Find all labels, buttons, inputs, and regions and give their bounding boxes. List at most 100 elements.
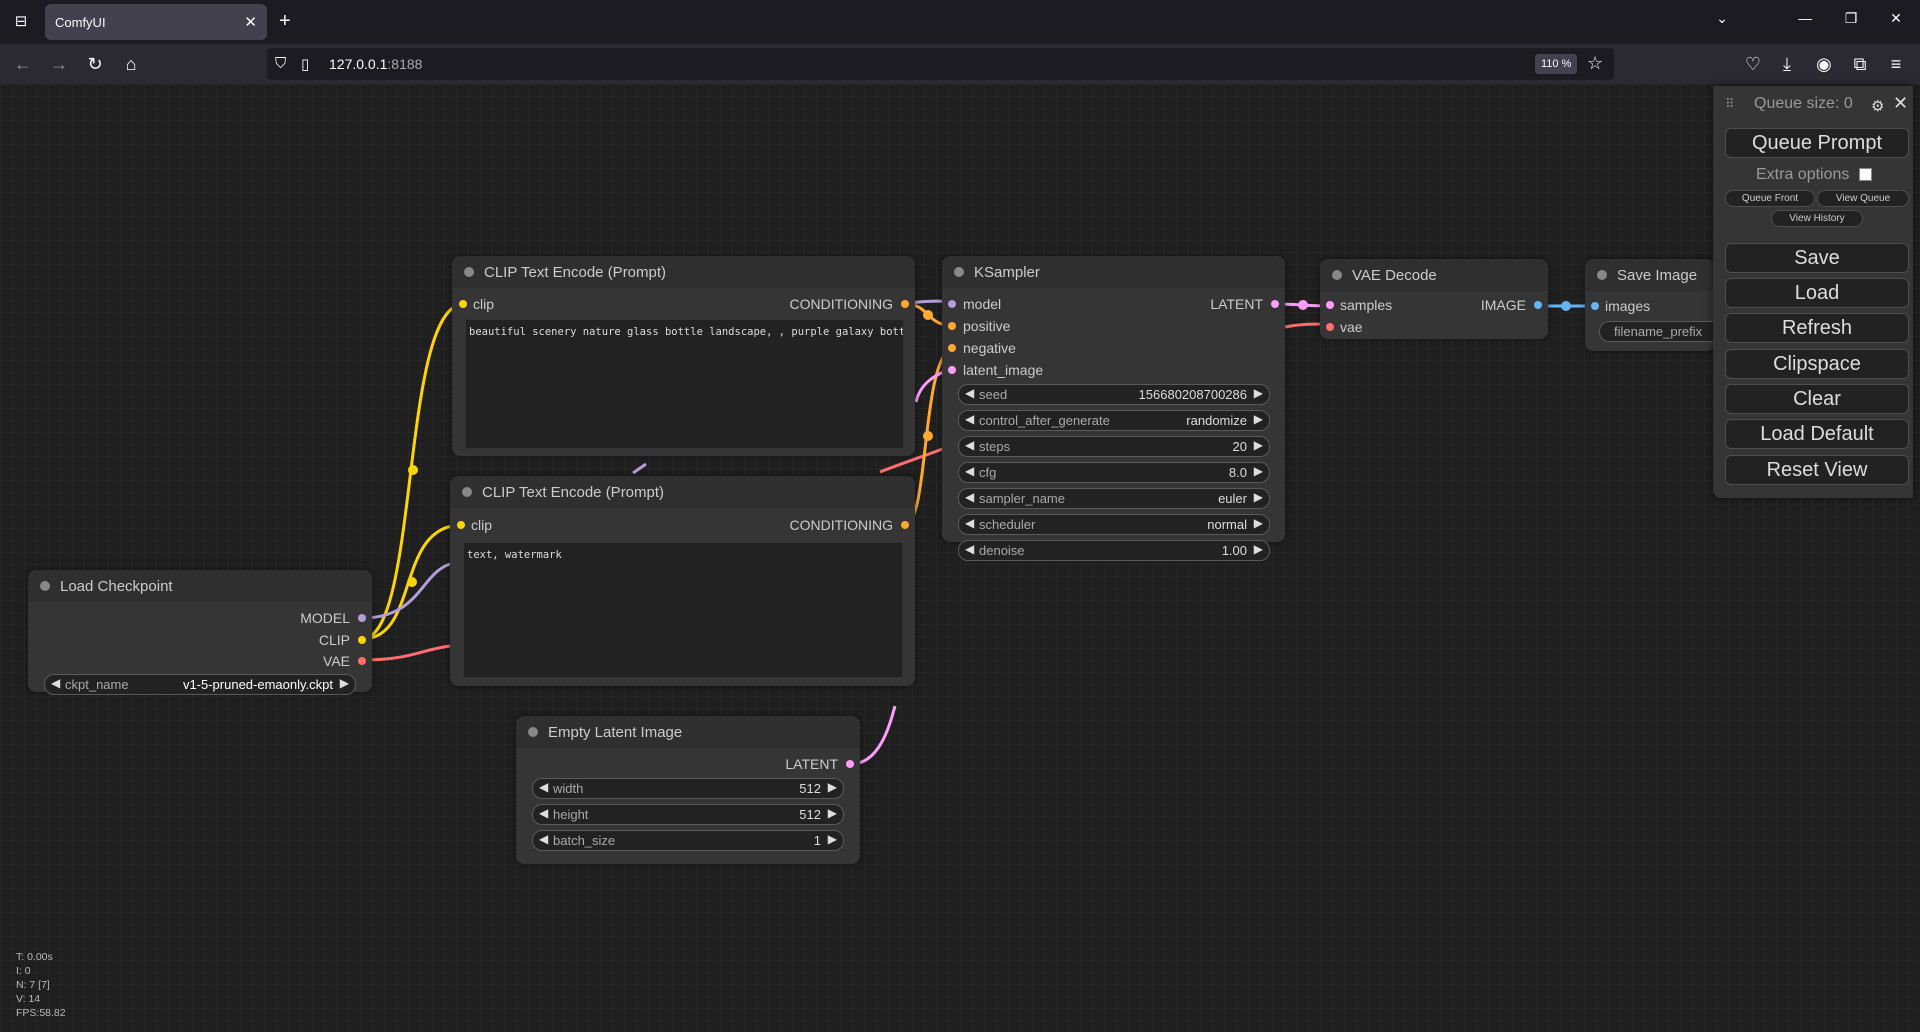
node-collapse-dot[interactable] xyxy=(40,581,50,591)
decrement-arrow-icon[interactable]: ◀ xyxy=(965,412,974,426)
browser-tab[interactable]: ComfyUI ✕ xyxy=(45,4,267,40)
new-tab-icon[interactable]: + xyxy=(279,10,291,33)
increment-arrow-icon[interactable]: ▶ xyxy=(1254,438,1263,452)
node-header[interactable]: CLIP Text Encode (Prompt) xyxy=(450,476,915,508)
scheduler-widget[interactable]: ◀ scheduler normal ▶ xyxy=(958,514,1270,535)
increment-arrow-icon[interactable]: ▶ xyxy=(1254,516,1263,530)
increment-arrow-icon[interactable]: ▶ xyxy=(828,806,837,820)
clip-text-encode-node-positive[interactable]: CLIP Text Encode (Prompt) clip CONDITION… xyxy=(452,256,915,456)
batch-size-widget[interactable]: ◀ batch_size 1 ▶ xyxy=(532,830,844,851)
refresh-button[interactable]: Refresh xyxy=(1725,313,1909,343)
node-collapse-dot[interactable] xyxy=(462,487,472,497)
node-header[interactable]: Load Checkpoint xyxy=(28,570,372,602)
prompt-textarea[interactable]: text, watermark xyxy=(463,542,903,678)
seed-widget[interactable]: ◀ seed 156680208700286 ▶ xyxy=(958,384,1270,405)
node-header[interactable]: Save Image xyxy=(1585,259,1715,291)
increment-arrow-icon[interactable]: ▶ xyxy=(828,780,837,794)
node-header[interactable]: CLIP Text Encode (Prompt) xyxy=(452,256,915,288)
node-header[interactable]: KSampler xyxy=(942,256,1285,288)
input-slot-images[interactable] xyxy=(1591,302,1599,310)
width-widget[interactable]: ◀ width 512 ▶ xyxy=(532,778,844,799)
decrement-arrow-icon[interactable]: ◀ xyxy=(965,542,974,556)
increment-arrow-icon[interactable]: ▶ xyxy=(1254,542,1263,556)
output-slot-model[interactable] xyxy=(358,614,366,622)
prompt-textarea[interactable]: beautiful scenery nature glass bottle la… xyxy=(465,319,904,449)
decrement-arrow-icon[interactable]: ◀ xyxy=(539,780,548,794)
height-widget[interactable]: ◀ height 512 ▶ xyxy=(532,804,844,825)
decrement-arrow-icon[interactable]: ◀ xyxy=(965,516,974,530)
page-icon[interactable]: ▯ xyxy=(301,55,309,73)
clipspace-button[interactable]: Clipspace xyxy=(1725,349,1909,379)
graph-canvas[interactable]: CLIP Text Encode (Prompt) clip CONDITION… xyxy=(0,84,1920,1032)
steps-widget[interactable]: ◀ steps 20 ▶ xyxy=(958,436,1270,457)
decrement-arrow-icon[interactable]: ◀ xyxy=(539,806,548,820)
input-slot-model[interactable] xyxy=(948,300,956,308)
output-slot-image[interactable] xyxy=(1534,301,1542,309)
settings-gear-icon[interactable]: ⚙ xyxy=(1871,97,1884,115)
downloads-icon[interactable]: ⤓ xyxy=(1776,54,1798,75)
cfg-widget[interactable]: ◀ cfg 8.0 ▶ xyxy=(958,462,1270,483)
increment-arrow-icon[interactable]: ▶ xyxy=(828,832,837,846)
bookmark-star-icon[interactable]: ☆ xyxy=(1587,53,1603,74)
node-collapse-dot[interactable] xyxy=(528,727,538,737)
url-text[interactable]: 127.0.0.1:8188 xyxy=(329,56,422,72)
ckpt-name-widget[interactable]: ◀ ckpt_name v1-5-pruned-emaonly.ckpt ▶ xyxy=(44,674,356,695)
save-image-node[interactable]: Save Image images filename_prefix xyxy=(1585,259,1731,351)
decrement-arrow-icon[interactable]: ◀ xyxy=(965,386,974,400)
queue-prompt-button[interactable]: Queue Prompt xyxy=(1725,128,1909,158)
increment-arrow-icon[interactable]: ▶ xyxy=(1254,464,1263,478)
tab-list-icon[interactable]: ⊟ xyxy=(10,12,32,32)
increment-arrow-icon[interactable]: ▶ xyxy=(1254,490,1263,504)
back-icon[interactable]: ← xyxy=(12,54,34,75)
extra-options-checkbox[interactable] xyxy=(1859,168,1872,181)
forward-icon[interactable]: → xyxy=(48,54,70,75)
url-bar[interactable]: ⛉ ▯ 127.0.0.1:8188 110 % ☆ xyxy=(267,48,1614,80)
output-slot-conditioning[interactable] xyxy=(901,521,909,529)
shield-icon[interactable]: ⛉ xyxy=(275,55,286,72)
app-menu-icon[interactable]: ≡ xyxy=(1885,54,1907,75)
extensions-icon[interactable]: ⧉ xyxy=(1849,54,1871,75)
input-slot-negative[interactable] xyxy=(948,344,956,352)
input-slot-vae[interactable] xyxy=(1326,323,1334,331)
decrement-arrow-icon[interactable]: ◀ xyxy=(51,676,60,690)
home-icon[interactable]: ⌂ xyxy=(120,54,142,75)
clip-text-encode-node-negative[interactable]: CLIP Text Encode (Prompt) clip CONDITION… xyxy=(450,476,915,686)
decrement-arrow-icon[interactable]: ◀ xyxy=(965,438,974,452)
control-after-generate-widget[interactable]: ◀ control_after_generate randomize ▶ xyxy=(958,410,1270,431)
decrement-arrow-icon[interactable]: ◀ xyxy=(539,832,548,846)
save-button[interactable]: Save xyxy=(1725,243,1909,273)
input-slot-samples[interactable] xyxy=(1326,301,1334,309)
menu-close-icon[interactable]: ✕ xyxy=(1893,93,1908,114)
input-slot-positive[interactable] xyxy=(948,322,956,330)
zoom-level-badge[interactable]: 110 % xyxy=(1535,54,1578,74)
view-history-button[interactable]: View History xyxy=(1771,210,1863,227)
output-slot-latent[interactable] xyxy=(846,760,854,768)
sampler-name-widget[interactable]: ◀ sampler_name euler ▶ xyxy=(958,488,1270,509)
empty-latent-image-node[interactable]: Empty Latent Image LATENT ◀ width 512 ▶ … xyxy=(516,716,860,864)
load-checkpoint-node[interactable]: Load Checkpoint MODEL CLIP VAE ◀ ckpt_na… xyxy=(28,570,372,695)
output-slot-latent[interactable] xyxy=(1271,300,1279,308)
clear-button[interactable]: Clear xyxy=(1725,384,1909,414)
window-close-icon[interactable]: ✕ xyxy=(1881,10,1911,27)
node-collapse-dot[interactable] xyxy=(1332,270,1342,280)
queue-front-button[interactable]: Queue Front xyxy=(1725,190,1815,207)
node-collapse-dot[interactable] xyxy=(1597,270,1607,280)
increment-arrow-icon[interactable]: ▶ xyxy=(1254,386,1263,400)
tab-overflow-chevron-icon[interactable]: ⌄ xyxy=(1707,10,1737,27)
filename-prefix-widget[interactable]: filename_prefix xyxy=(1599,321,1731,342)
load-default-button[interactable]: Load Default xyxy=(1725,419,1909,449)
pocket-icon[interactable]: ♡ xyxy=(1742,54,1764,75)
node-header[interactable]: Empty Latent Image xyxy=(516,716,860,748)
ksampler-node[interactable]: KSampler model positive negative latent_… xyxy=(942,256,1285,561)
drag-handle-icon[interactable]: ⠿ xyxy=(1725,96,1735,112)
minimize-icon[interactable]: — xyxy=(1790,10,1820,26)
reset-view-button[interactable]: Reset View xyxy=(1725,455,1909,485)
increment-arrow-icon[interactable]: ▶ xyxy=(1254,412,1263,426)
output-slot-clip[interactable] xyxy=(358,636,366,644)
node-header[interactable]: VAE Decode xyxy=(1320,259,1548,291)
node-collapse-dot[interactable] xyxy=(954,267,964,277)
reload-icon[interactable]: ↻ xyxy=(84,54,106,75)
restore-icon[interactable]: ❐ xyxy=(1836,10,1866,27)
vae-decode-node[interactable]: VAE Decode samples vae IMAGE xyxy=(1320,259,1548,339)
output-slot-conditioning[interactable] xyxy=(901,300,909,308)
